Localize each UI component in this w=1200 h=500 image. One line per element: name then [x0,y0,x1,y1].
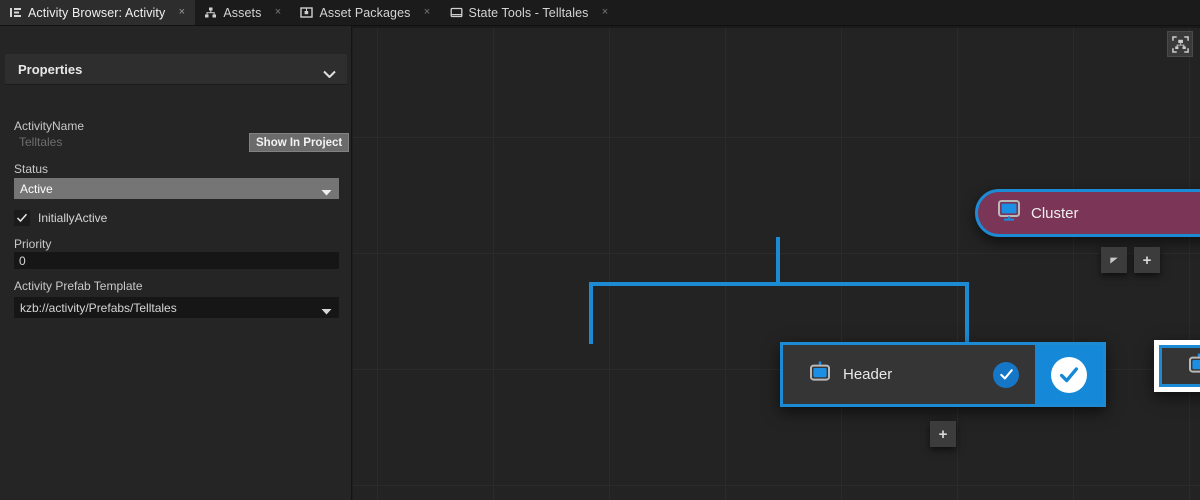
tab-label: Activity Browser: Activity [28,5,166,20]
activity-browser-icon [9,6,22,19]
node-enabled-check-icon[interactable] [1051,356,1087,393]
node-cluster[interactable]: Cluster [975,189,1200,237]
show-in-project-button[interactable]: Show In Project [249,133,350,152]
node-status-check-icon[interactable] [993,361,1019,388]
initially-active-checkbox[interactable] [14,210,30,226]
connector-drop-telltales [965,282,969,344]
activity-screen-icon [809,361,831,388]
priority-value: 0 [19,253,26,268]
tab-bar: Activity Browser: Activity × Assets × As… [0,0,1200,26]
tab-close-icon[interactable]: × [176,7,187,18]
assets-tree-icon [204,6,217,19]
initially-active-row[interactable]: InitiallyActive [14,210,107,226]
connector-drop-header [589,282,593,344]
chevron-down-icon[interactable] [323,65,336,79]
node-telltales-body[interactable]: Telltales [1162,348,1200,384]
activity-prefab-template-label: Activity Prefab Template [14,279,143,293]
priority-label: Priority [14,237,52,251]
tab-label: State Tools - Telltales [468,5,589,20]
tab-label: Asset Packages [319,5,411,20]
node-telltales[interactable]: Telltales [1154,340,1200,392]
tab-asset-packages[interactable]: Asset Packages × [291,0,440,25]
tab-close-icon[interactable]: × [272,7,283,18]
canvas-top-divider [353,26,1200,28]
tab-label: Assets [223,5,262,20]
status-value: Active [20,181,53,196]
priority-input[interactable]: 0 [14,252,339,269]
status-label: Status [14,162,49,176]
monitor-icon [998,200,1020,226]
tab-close-icon[interactable]: × [599,7,610,18]
state-tools-icon [450,6,463,19]
activity-name-value: Telltales [19,135,63,149]
asset-package-icon [300,6,314,19]
properties-panel: Properties ActivityName Telltales Show I… [0,26,352,500]
activity-name-label: ActivityName [14,119,85,133]
caret-down-icon [321,304,332,315]
collapse-triangle-icon[interactable] [1101,247,1127,273]
page-title: Properties [18,61,83,77]
show-in-project-label: Show In Project [256,136,343,149]
activity-graph-canvas[interactable]: Cluster Header + + [353,26,1200,500]
plus-icon: + [1142,251,1152,269]
tab-assets[interactable]: Assets × [195,0,291,25]
tab-state-tools[interactable]: State Tools - Telltales × [441,0,619,25]
caret-down-icon [321,185,332,196]
plus-icon: + [938,425,948,443]
connector-cluster-stem [776,237,780,284]
add-child-header-button[interactable]: + [930,421,956,447]
node-label: Header [843,366,893,383]
tab-close-icon[interactable]: × [422,7,433,18]
status-dropdown[interactable]: Active [14,178,339,199]
initially-active-label: InitiallyActive [38,211,108,225]
activity-prefab-template-value: kzb://activity/Prefabs/Telltales [20,300,177,315]
node-header-toggle[interactable] [1035,345,1103,404]
add-child-cluster-button[interactable]: + [1134,247,1160,273]
properties-panel-header[interactable]: Properties [5,54,347,85]
activity-screen-icon [1188,353,1200,380]
node-header-body[interactable]: Header [783,345,1035,404]
fit-hierarchy-icon[interactable] [1167,31,1193,57]
tab-activity-browser[interactable]: Activity Browser: Activity × [0,0,196,25]
connector-horizontal-bus [589,282,969,286]
node-telltales-inner: Telltales [1159,345,1200,387]
node-header[interactable]: Header [780,342,1106,407]
node-label: Cluster [1031,204,1079,222]
activity-prefab-template-dropdown[interactable]: kzb://activity/Prefabs/Telltales [14,297,339,318]
